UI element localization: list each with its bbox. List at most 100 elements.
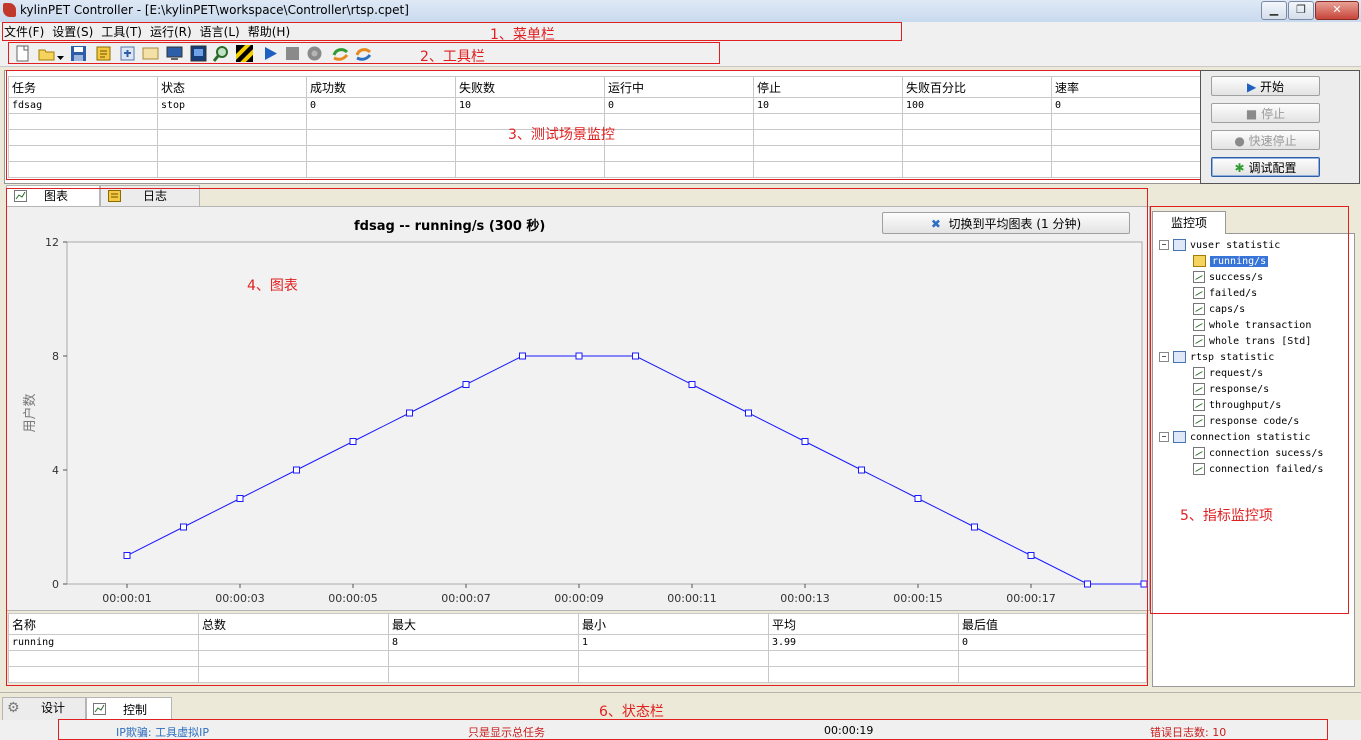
export-icon[interactable] [142,45,159,62]
column-header-failed[interactable]: 失败数 [455,76,605,98]
column-header-running[interactable]: 运行中 [604,76,754,98]
cell-rate: 0 [1051,97,1201,114]
scenario-header-row: 任务 状态 成功数 失败数 运行中 停止 失败百分比 速率 [8,76,1201,98]
column-header-last[interactable]: 最后值 [958,613,1147,635]
x-tick-label: 00:00:17 [1006,592,1055,605]
tree-item[interactable]: connection sucess/s [1193,446,1323,462]
switch-icon: ✖ [930,217,941,231]
tree-item[interactable]: whole transaction [1193,318,1311,334]
column-header-task[interactable]: 任务 [8,76,158,98]
chart-annotation: 4、图表 [247,278,298,294]
tree-item-label: failed/s [1209,288,1258,299]
data-point [971,523,978,531]
stripe-icon[interactable] [236,45,253,62]
tree-item[interactable]: response code/s [1193,414,1299,430]
tab-log[interactable]: 日志 [100,185,200,207]
stop-button[interactable]: ■ 停止 [1211,103,1320,123]
column-header-name[interactable]: 名称 [8,613,199,635]
tree-item-label: running/s [1210,256,1269,267]
tab-design[interactable]: ⚙ 设计 [2,697,86,721]
tree-item[interactable]: caps/s [1193,302,1245,318]
open-folder-icon[interactable] [38,45,55,62]
stop-button-label: 停止 [1261,107,1286,121]
tree-group-0[interactable]: − vuser statistic [1159,238,1280,254]
menu-language[interactable]: 语言(L) [196,22,244,42]
menu-help[interactable]: 帮助(H) [244,22,294,42]
sync-icon[interactable] [355,45,372,62]
chart-title: fdsag -- running/s (300 秒) [354,219,546,234]
column-header-status[interactable]: 状态 [157,76,307,98]
fast-stop-button[interactable]: ● 快速停止 [1211,130,1320,150]
column-header-rate[interactable]: 速率 [1051,76,1201,98]
pause-icon[interactable] [306,45,323,62]
log-icon [108,190,121,202]
tree-group-2[interactable]: − connection statistic [1159,430,1310,446]
group-icon [1173,431,1186,443]
tree-item[interactable]: throughput/s [1193,398,1281,414]
monitor-icon[interactable] [166,45,183,62]
menu-run[interactable]: 运行(R) [146,22,196,42]
tree-item[interactable]: response/s [1193,382,1269,398]
debug-config-button[interactable]: ✱ 调试配置 [1211,157,1320,177]
pause-icon: ● [1234,134,1245,148]
x-tick-label: 00:00:03 [215,592,264,605]
tree-item[interactable]: running/s [1193,254,1269,270]
new-file-icon[interactable] [14,45,31,62]
collapse-icon[interactable]: − [1159,240,1169,250]
title-bar: kylinPET Controller - [E:\kylinPET\works… [0,0,1361,23]
table-row[interactable]: fdsag stop 0 10 0 10 100 0 [8,97,1201,114]
data-point [236,495,244,502]
data-point [1084,580,1091,588]
tab-chart-label: 图表 [44,189,69,203]
chart-icon [93,703,106,715]
tree-item[interactable]: connection failed/s [1193,462,1323,478]
chevron-down-icon[interactable] [56,45,65,62]
search-icon[interactable] [213,45,230,62]
tree-item[interactable]: success/s [1193,270,1263,286]
menu-settings[interactable]: 设置(S) [48,22,97,42]
table-row[interactable]: running 8 1 3.99 0 [8,634,1147,651]
tree-item-label: throughput/s [1209,400,1282,411]
x-tick-label: 00:00:11 [667,592,716,605]
column-header-avg[interactable]: 平均 [768,613,959,635]
chart-icon [1193,399,1205,411]
toolbar-annotation: 2、工具栏 [420,49,485,65]
data-point [519,352,526,360]
tree-item[interactable]: failed/s [1193,286,1257,302]
collapse-icon[interactable]: − [1159,352,1169,362]
edit-icon[interactable] [95,45,112,62]
tree-group-label: vuser statistic [1190,240,1281,251]
tree-item[interactable]: request/s [1193,366,1263,382]
minimize-icon[interactable]: ▁ [1261,1,1287,20]
data-point [745,409,752,417]
tab-control-label: 控制 [123,703,148,717]
menu-file[interactable]: 文件(F) [0,22,48,42]
column-header-total[interactable]: 总数 [198,613,389,635]
maximize-icon[interactable]: ❐ [1288,1,1314,20]
import-icon[interactable] [119,45,136,62]
column-header-fail-percent[interactable]: 失败百分比 [902,76,1052,98]
column-header-min[interactable]: 最小 [578,613,769,635]
screen-icon[interactable] [190,45,207,62]
tab-control[interactable]: 控制 [86,697,172,722]
tree-item-label: whole trans [Std] [1209,336,1312,347]
stop-icon[interactable] [284,45,301,62]
tab-metrics[interactable]: 监控项 [1152,211,1226,234]
switch-average-chart-button[interactable]: ✖ 切换到平均图表 (1 分钟) [882,212,1130,234]
start-button[interactable]: ▶ 开始 [1211,76,1320,96]
ip-spoof-status[interactable]: IP欺骗: 工具虚拟IP [116,724,209,740]
column-header-stopped[interactable]: 停止 [753,76,903,98]
close-icon[interactable]: ✕ [1315,1,1359,20]
refresh-icon[interactable] [332,45,349,62]
column-header-success[interactable]: 成功数 [306,76,456,98]
play-icon[interactable] [262,45,279,62]
error-log-count[interactable]: 错误日志数: 10 [1150,724,1226,740]
save-icon[interactable] [70,45,87,62]
tab-chart[interactable]: 图表 [6,185,100,207]
column-header-max[interactable]: 最大 [388,613,579,635]
collapse-icon[interactable]: − [1159,432,1169,442]
menu-tools[interactable]: 工具(T) [97,22,146,42]
table-row [8,161,1201,178]
tree-group-1[interactable]: − rtsp statistic [1159,350,1274,366]
tree-item[interactable]: whole trans [Std] [1193,334,1311,350]
